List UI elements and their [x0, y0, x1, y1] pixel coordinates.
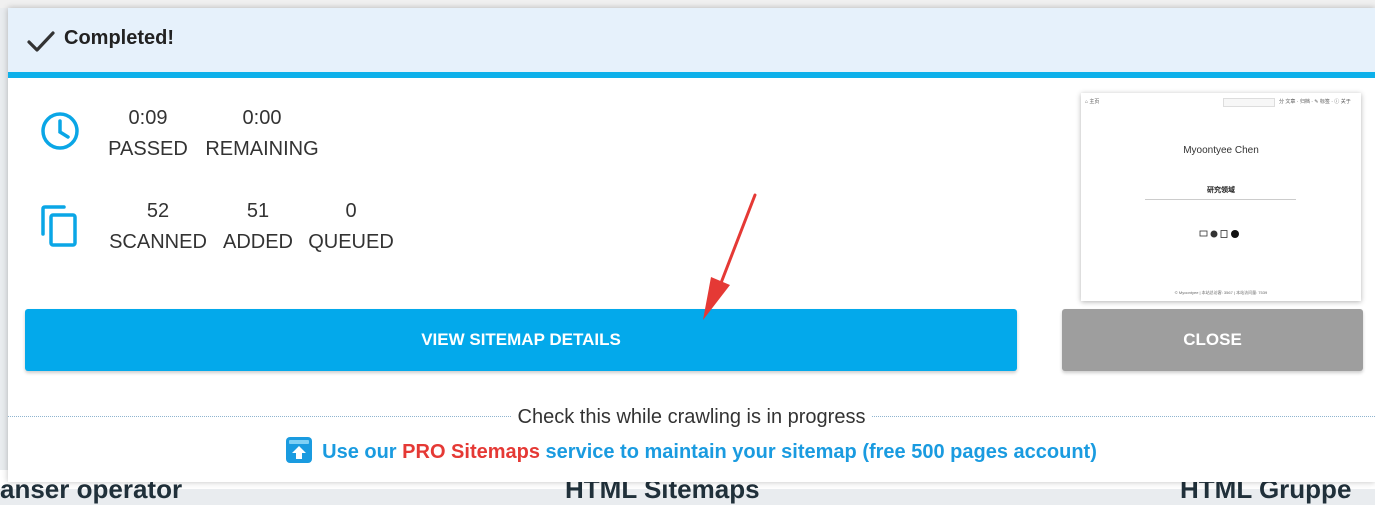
stat-remaining-label: REMAINING	[205, 138, 319, 160]
preview-social-icons	[1199, 230, 1239, 238]
stat-passed-value: 0:09	[128, 107, 168, 129]
clock-icon	[41, 112, 79, 150]
stat-added-label: ADDED	[222, 231, 293, 253]
preview-menu: 分 文章 · 归档 · ✎ 标签 · ⓘ 关于	[1279, 99, 1351, 105]
pro-sitemaps-link[interactable]: Use our PRO Sitemaps service to maintain…	[8, 437, 1375, 464]
stat-queued-label: QUEUED	[308, 231, 394, 253]
promo-pro-highlight: PRO Sitemaps	[402, 441, 540, 463]
dialog-title: Completed!	[64, 27, 174, 49]
copy-pages-icon	[41, 205, 77, 247]
preview-divider	[1145, 199, 1296, 200]
preview-footer: © Myoontyee | 本站总访客: 3567 | 本站访问量: 7539	[1174, 290, 1268, 295]
stat-scanned: 52 SCANNED	[108, 199, 208, 254]
stat-scanned-label: SCANNED	[109, 231, 207, 253]
background-top	[0, 0, 1375, 8]
stat-passed-label: PASSED	[108, 138, 188, 160]
close-button[interactable]: CLOSE	[1062, 309, 1363, 371]
preview-section-title: 研究领域	[1207, 187, 1235, 194]
stat-passed: 0:09 PASSED	[108, 106, 188, 161]
stat-remaining: 0:00 REMAINING	[204, 106, 320, 161]
preview-search-box	[1223, 98, 1275, 107]
upload-icon	[286, 437, 313, 463]
progress-note: Check this while crawling is in progress	[8, 406, 1375, 429]
promo-prefix: Use our	[322, 441, 403, 463]
stat-remaining-value: 0:00	[242, 107, 282, 129]
checkmark-icon	[27, 31, 55, 52]
stat-scanned-value: 52	[146, 200, 170, 222]
stat-queued: 0 QUEUED	[308, 199, 394, 254]
progress-note-text: Check this while crawling is in progress	[511, 406, 872, 428]
promo-suffix: service to maintain your sitemap (free 5…	[539, 441, 1097, 463]
stat-queued-value: 0	[345, 200, 357, 222]
stat-added: 51 ADDED	[220, 199, 296, 254]
completion-dialog: Completed! 0:09 PASSED 0:00 REMAINING 52…	[8, 8, 1375, 482]
stat-added-value: 51	[246, 200, 270, 222]
dialog-header: Completed!	[8, 8, 1375, 78]
view-sitemap-details-button[interactable]: VIEW SITEMAP DETAILS	[25, 309, 1017, 371]
site-preview-thumbnail[interactable]: ⌂ 主页 分 文章 · 归档 · ✎ 标签 · ⓘ 关于 Myoontyee C…	[1081, 93, 1361, 301]
preview-site-name: Myoontyee Chen	[1183, 145, 1259, 156]
preview-nav-home: ⌂ 主页	[1085, 99, 1100, 105]
